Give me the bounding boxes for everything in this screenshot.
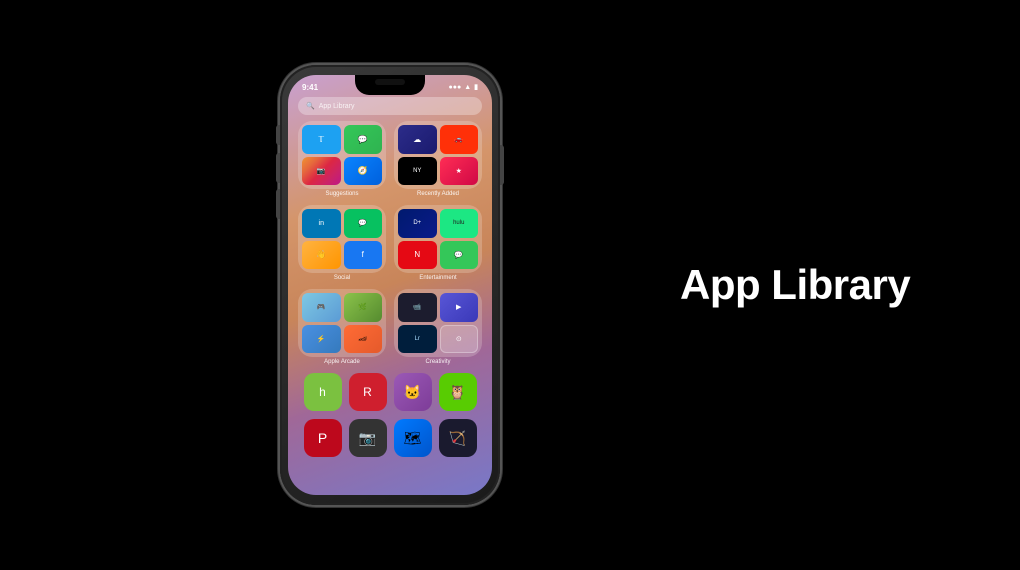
creativity-label: Creativity [425, 359, 450, 365]
signal-icon: ●●● [449, 84, 462, 91]
netflix-icon: N [398, 241, 437, 270]
entertainment-label: Entertainment [419, 275, 456, 281]
iphone-screen: 9:41 ●●● ▲ ▮ 🔍 App Library [288, 75, 492, 495]
misc-blue-icon[interactable]: 🗺 [394, 419, 432, 457]
game3-icon: ⚡ [302, 325, 341, 354]
suggestions-folder[interactable]: 𝕋 💬 📷 🧭 Suggestions [298, 121, 386, 197]
game5-icon[interactable]: 🐱 [394, 373, 432, 411]
instagram-icon: 📷 [302, 157, 341, 186]
doordash-icon: 🚗 [440, 125, 479, 154]
wifi-icon: ▲ [464, 84, 471, 91]
game2-icon: 🌿 [344, 293, 383, 322]
mute-button [276, 125, 280, 145]
hulu-icon: hulu [440, 209, 479, 238]
recently-added-label: Recently Added [417, 191, 459, 197]
messages-icon: 💬 [344, 125, 383, 154]
cloudapp-icon: ☁ [398, 125, 437, 154]
suggestions-label: Suggestions [325, 191, 358, 197]
notch [355, 75, 425, 95]
recently-added-folder-box: ☁ 🚗 NY ★ [394, 121, 482, 189]
circle-icon: ⊙ [440, 325, 479, 354]
power-button [500, 145, 504, 185]
battery-icon: ▮ [474, 83, 478, 91]
search-placeholder: App Library [319, 103, 355, 110]
social-folder[interactable]: in 💬 👋 f Social [298, 205, 386, 281]
misc-icon-1: ★ [440, 157, 479, 186]
handwave-icon: 👋 [302, 241, 341, 270]
pinterest-icon[interactable]: P [304, 419, 342, 457]
camera-icon: 📹 [398, 293, 437, 322]
row-1: 𝕋 💬 📷 🧭 Suggestions ☁ 🚗 NY [296, 121, 484, 197]
twitter-icon: 𝕋 [302, 125, 341, 154]
row-5: P 📷 🗺 🏹 [296, 419, 484, 457]
facebook-icon: f [344, 241, 383, 270]
status-time: 9:41 [302, 83, 318, 92]
volume-up-button [276, 153, 280, 183]
nytimes-icon: NY [398, 157, 437, 186]
msg-green-icon: 💬 [440, 241, 479, 270]
duolingo-icon[interactable]: 🦉 [439, 373, 477, 411]
volume-down-button [276, 189, 280, 219]
entertainment-folder-box: D+ hulu N 💬 [394, 205, 482, 273]
creativity-folder-box: 📹 ▶ Lr ⊙ [394, 289, 482, 357]
misc-dark-icon[interactable]: 🏹 [439, 419, 477, 457]
creativity-folder[interactable]: 📹 ▶ Lr ⊙ Creativity [394, 289, 482, 365]
row-2: in 💬 👋 f Social D+ hulu N [296, 205, 484, 281]
safari-icon: 🧭 [344, 157, 383, 186]
apple-arcade-folder-box: 🎮 🌿 ⚡ 🏎 [298, 289, 386, 357]
app-grid: 𝕋 💬 📷 🧭 Suggestions ☁ 🚗 NY [296, 121, 484, 487]
entertainment-folder[interactable]: D+ hulu N 💬 Entertainment [394, 205, 482, 281]
game1-icon: 🎮 [302, 293, 341, 322]
action-icon: ▶ [440, 293, 479, 322]
social-label: Social [334, 275, 350, 281]
iphone-device: 9:41 ●●● ▲ ▮ 🔍 App Library [280, 65, 500, 505]
app-library-title: App Library [680, 262, 940, 308]
suggestions-folder-box: 𝕋 💬 📷 🧭 [298, 121, 386, 189]
apple-arcade-folder[interactable]: 🎮 🌿 ⚡ 🏎 Apple Arcade [298, 289, 386, 365]
search-icon: 🔍 [306, 102, 315, 110]
linkedin-icon: in [302, 209, 341, 238]
main-scene: 9:41 ●●● ▲ ▮ 🔍 App Library [0, 0, 1020, 570]
wechat-icon: 💬 [344, 209, 383, 238]
row-3: 🎮 🌿 ⚡ 🏎 Apple Arcade 📹 ▶ Lr [296, 289, 484, 365]
status-icons: ●●● ▲ ▮ [449, 83, 478, 91]
row-4: h R 🐱 🦉 [296, 373, 484, 411]
houzz-icon[interactable]: h [304, 373, 342, 411]
search-bar[interactable]: 🔍 App Library [298, 97, 482, 115]
apple-arcade-label: Apple Arcade [324, 359, 360, 365]
social-folder-box: in 💬 👋 f [298, 205, 386, 273]
lightroom-icon: Lr [398, 325, 437, 354]
disneyplus-icon: D+ [398, 209, 437, 238]
redfin-icon[interactable]: R [349, 373, 387, 411]
recently-added-folder[interactable]: ☁ 🚗 NY ★ Recently Added [394, 121, 482, 197]
game4-icon: 🏎 [344, 325, 383, 354]
misc-icon-2[interactable]: 📷 [349, 419, 387, 457]
iphone-frame: 9:41 ●●● ▲ ▮ 🔍 App Library [280, 65, 500, 505]
